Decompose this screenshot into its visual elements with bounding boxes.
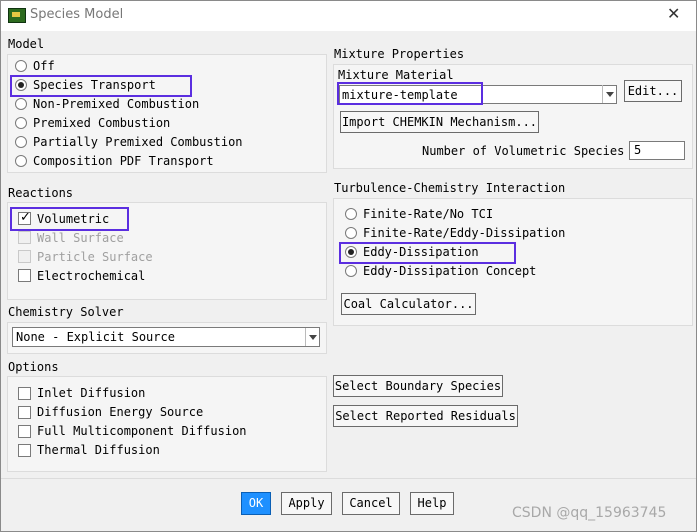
close-icon[interactable]: ✕ bbox=[667, 4, 680, 23]
mixture-properties-heading: Mixture Properties bbox=[334, 47, 465, 61]
fluent-app-icon bbox=[8, 8, 26, 23]
option-checkbox-inlet-diffusion[interactable] bbox=[18, 387, 31, 400]
chemistry-solver-value: None - Explicit Source bbox=[16, 330, 175, 344]
tci-label-finite-rate-eddy: Finite-Rate/Eddy-Dissipation bbox=[363, 226, 566, 240]
model-label-non-premixed: Non-Premixed Combustion bbox=[33, 97, 200, 111]
chemistry-solver-heading: Chemistry Solver bbox=[8, 305, 124, 319]
eddy-dissipation-highlight bbox=[339, 242, 516, 264]
window-title: Species Model bbox=[30, 7, 124, 22]
model-label-off: Off bbox=[33, 59, 55, 73]
volumetric-highlight bbox=[10, 207, 129, 231]
ok-button[interactable]: OK bbox=[241, 492, 271, 515]
reaction-checkbox-wall-surface bbox=[18, 231, 31, 244]
import-chemkin-button[interactable]: Import CHEMKIN Mechanism... bbox=[340, 111, 539, 133]
option-label-inlet-diffusion: Inlet Diffusion bbox=[37, 386, 146, 400]
chemistry-solver-dropdown[interactable]: None - Explicit Source bbox=[12, 327, 320, 347]
reaction-label-particle-surface: Particle Surface bbox=[37, 250, 153, 264]
tci-heading: Turbulence-Chemistry Interaction bbox=[334, 181, 566, 195]
model-label-partially-premixed: Partially Premixed Combustion bbox=[33, 135, 243, 149]
num-species-field[interactable]: 5 bbox=[629, 141, 685, 160]
tci-label-eddy-dissipation-concept: Eddy-Dissipation Concept bbox=[363, 264, 537, 278]
edit-mixture-button[interactable]: Edit... bbox=[624, 80, 682, 102]
option-checkbox-full-multicomponent[interactable] bbox=[18, 425, 31, 438]
tci-radio-eddy-dissipation-concept[interactable] bbox=[345, 265, 357, 277]
option-checkbox-thermal-diffusion[interactable] bbox=[18, 444, 31, 457]
tci-radio-finite-rate-eddy[interactable] bbox=[345, 227, 357, 239]
help-button[interactable]: Help bbox=[410, 492, 454, 515]
mixture-material-highlight bbox=[337, 82, 483, 105]
model-label-premixed: Premixed Combustion bbox=[33, 116, 171, 130]
species-transport-highlight bbox=[10, 75, 192, 97]
reaction-checkbox-particle-surface bbox=[18, 250, 31, 263]
option-label-diffusion-energy-source: Diffusion Energy Source bbox=[37, 405, 204, 419]
reaction-label-wall-surface: Wall Surface bbox=[37, 231, 124, 245]
tci-radio-finite-rate-no-tci[interactable] bbox=[345, 208, 357, 220]
select-reported-residuals-button[interactable]: Select Reported Residuals bbox=[333, 405, 518, 427]
reaction-checkbox-electrochemical[interactable] bbox=[18, 269, 31, 282]
chevron-down-icon[interactable] bbox=[305, 328, 320, 346]
mixture-material-label: Mixture Material bbox=[338, 68, 454, 82]
model-heading: Model bbox=[8, 37, 45, 51]
cancel-button[interactable]: Cancel bbox=[342, 492, 400, 515]
model-radio-premixed[interactable] bbox=[15, 117, 27, 129]
model-radio-partially-premixed[interactable] bbox=[15, 136, 27, 148]
model-label-composition-pdf: Composition PDF Transport bbox=[33, 154, 214, 168]
chevron-down-icon[interactable] bbox=[602, 85, 617, 103]
num-species-label: Number of Volumetric Species bbox=[422, 144, 625, 158]
option-checkbox-diffusion-energy-source[interactable] bbox=[18, 406, 31, 419]
apply-button[interactable]: Apply bbox=[281, 492, 332, 515]
coal-calculator-button[interactable]: Coal Calculator... bbox=[341, 293, 476, 315]
tci-label-finite-rate-no-tci: Finite-Rate/No TCI bbox=[363, 207, 494, 221]
reaction-label-electrochemical: Electrochemical bbox=[37, 269, 146, 283]
options-heading: Options bbox=[8, 360, 59, 374]
option-label-thermal-diffusion: Thermal Diffusion bbox=[37, 443, 160, 457]
model-radio-off[interactable] bbox=[15, 60, 27, 72]
watermark: CSDN @qq_15963745 bbox=[512, 505, 667, 521]
model-radio-composition-pdf[interactable] bbox=[15, 155, 27, 167]
model-radio-non-premixed[interactable] bbox=[15, 98, 27, 110]
select-boundary-species-button[interactable]: Select Boundary Species bbox=[333, 375, 503, 397]
reactions-heading: Reactions bbox=[8, 186, 74, 200]
option-label-full-multicomponent: Full Multicomponent Diffusion bbox=[37, 424, 247, 438]
footer-divider bbox=[0, 478, 697, 479]
